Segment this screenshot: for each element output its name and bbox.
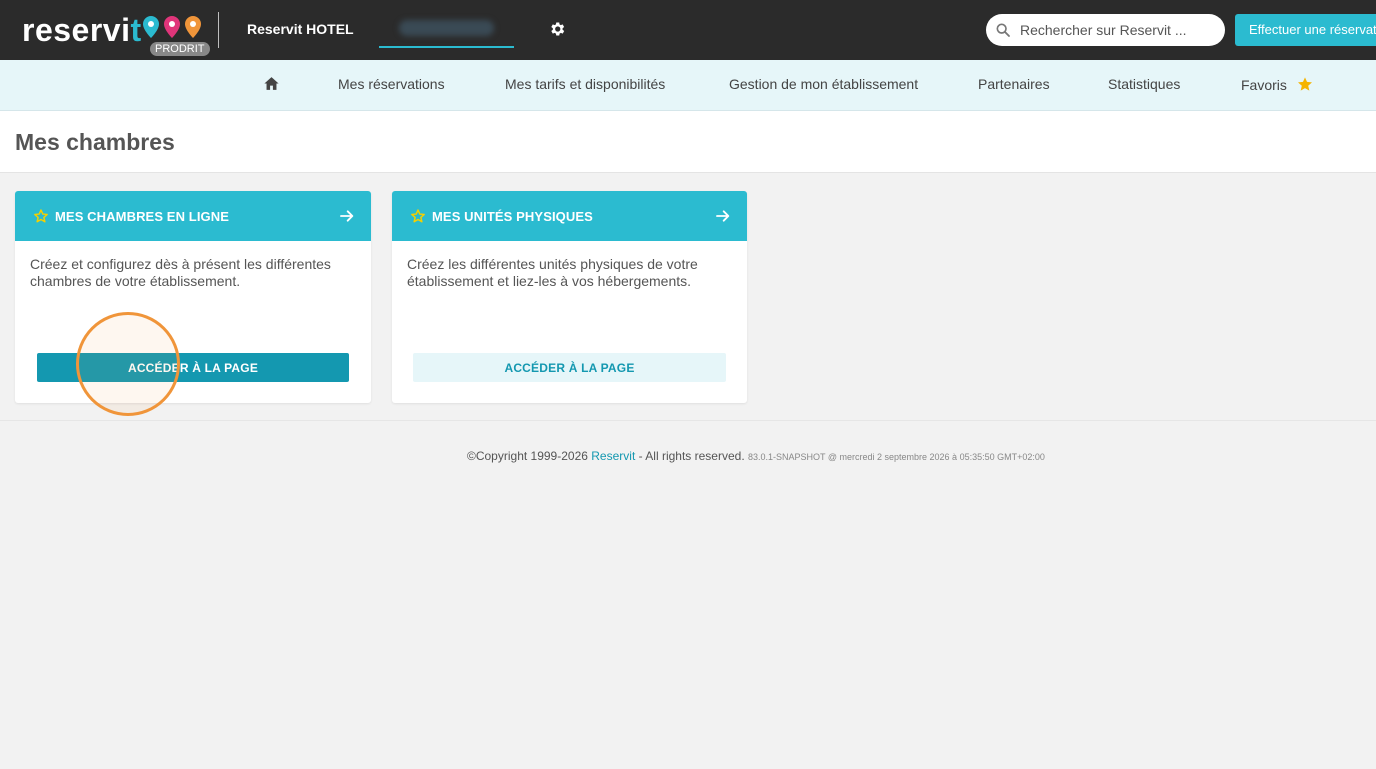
star-filled-icon bbox=[1297, 77, 1312, 91]
search-box[interactable] bbox=[986, 14, 1225, 46]
card-title: MES UNITÉS PHYSIQUES bbox=[432, 209, 593, 224]
make-reservation-button[interactable]: Effectuer une réservation bbox=[1235, 14, 1376, 46]
card-physical-units: MES UNITÉS PHYSIQUES Créez les différent… bbox=[392, 191, 747, 403]
logo-pins-icon bbox=[143, 16, 201, 38]
footer-brand-link[interactable]: Reservit bbox=[591, 449, 635, 463]
arrow-right-icon bbox=[716, 210, 730, 222]
nav-item-rates[interactable]: Mes tarifs et disponibilités bbox=[505, 76, 665, 92]
star-outline-icon bbox=[411, 209, 425, 223]
nav-item-favorites[interactable]: Favoris bbox=[1241, 76, 1313, 93]
top-bar: reservit PRODRIT Reservit HOTEL Effectue… bbox=[0, 0, 1376, 60]
topbar-divider bbox=[218, 12, 219, 48]
card-header-physical-units[interactable]: MES UNITÉS PHYSIQUES bbox=[392, 191, 747, 241]
main-nav: Mes réservations Mes tarifs et disponibi… bbox=[0, 60, 1376, 111]
card-description: Créez les différentes unités physiques d… bbox=[407, 256, 698, 289]
nav-item-reservations[interactable]: Mes réservations bbox=[338, 76, 445, 92]
card-description: Créez et configurez dès à présent les di… bbox=[30, 256, 331, 289]
footer: ©Copyright 1999-2026 Reservit - All righ… bbox=[467, 449, 1045, 463]
card-header-online-rooms[interactable]: MES CHAMBRES EN LIGNE bbox=[15, 191, 371, 241]
go-to-page-button[interactable]: ACCÉDER À LA PAGE bbox=[413, 353, 726, 382]
nav-item-statistics[interactable]: Statistiques bbox=[1108, 76, 1180, 92]
home-icon[interactable] bbox=[263, 75, 280, 92]
logo-wordmark: reservit bbox=[22, 12, 142, 48]
card-title: MES CHAMBRES EN LIGNE bbox=[55, 209, 230, 224]
footer-divider bbox=[0, 420, 1376, 421]
nav-item-establishment[interactable]: Gestion de mon établissement bbox=[729, 76, 918, 92]
footer-version: 83.0.1-SNAPSHOT @ mercredi 2 septembre 2… bbox=[748, 452, 1045, 462]
search-icon bbox=[996, 23, 1010, 37]
gear-icon[interactable] bbox=[548, 20, 566, 38]
nav-item-partners[interactable]: Partenaires bbox=[978, 76, 1050, 92]
hotel-name: Reservit HOTEL bbox=[247, 21, 354, 37]
arrow-right-icon bbox=[340, 210, 354, 222]
footer-rights: - All rights reserved. bbox=[635, 449, 748, 463]
star-outline-icon bbox=[34, 209, 48, 223]
footer-copyright: ©Copyright 1999-2026 bbox=[467, 449, 592, 463]
search-input[interactable] bbox=[1020, 20, 1216, 40]
redacted-hotel-value bbox=[399, 20, 494, 36]
card-online-rooms: MES CHAMBRES EN LIGNE Créez et configure… bbox=[15, 191, 371, 403]
go-to-page-button[interactable]: ACCÉDER À LA PAGE bbox=[37, 353, 349, 382]
page-title: Mes chambres bbox=[15, 129, 175, 155]
hotel-selector[interactable] bbox=[379, 12, 514, 48]
nav-item-favorites-label: Favoris bbox=[1241, 77, 1287, 93]
environment-badge: PRODRIT bbox=[150, 42, 210, 56]
page-header: Mes chambres bbox=[0, 111, 1376, 173]
